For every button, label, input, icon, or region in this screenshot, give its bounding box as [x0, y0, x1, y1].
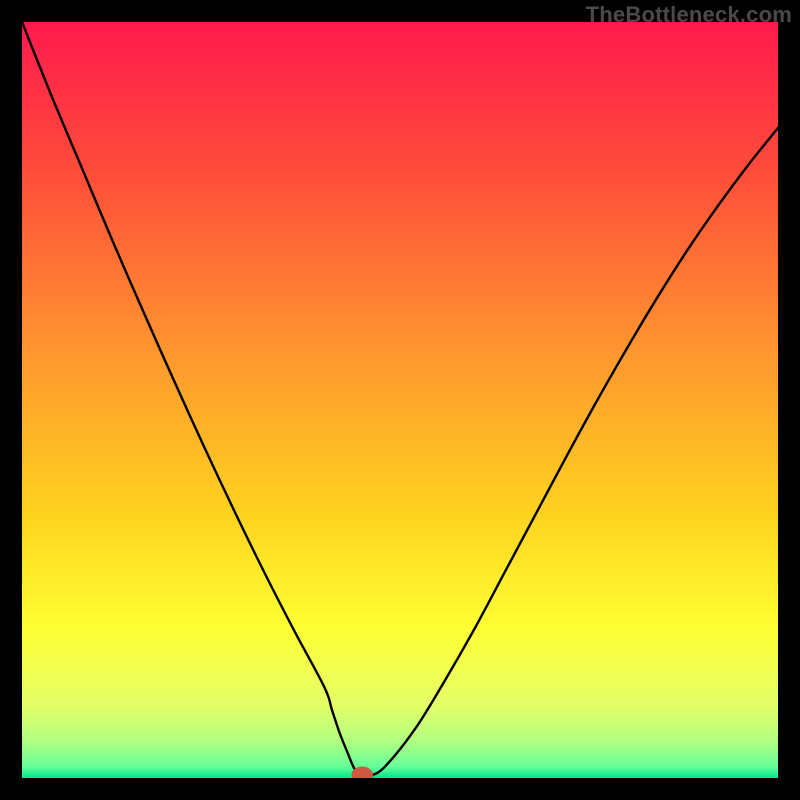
chart-svg: [22, 22, 778, 778]
gradient-background: [22, 22, 778, 778]
plot-area: [22, 22, 778, 778]
chart-frame: TheBottleneck.com: [0, 0, 800, 800]
